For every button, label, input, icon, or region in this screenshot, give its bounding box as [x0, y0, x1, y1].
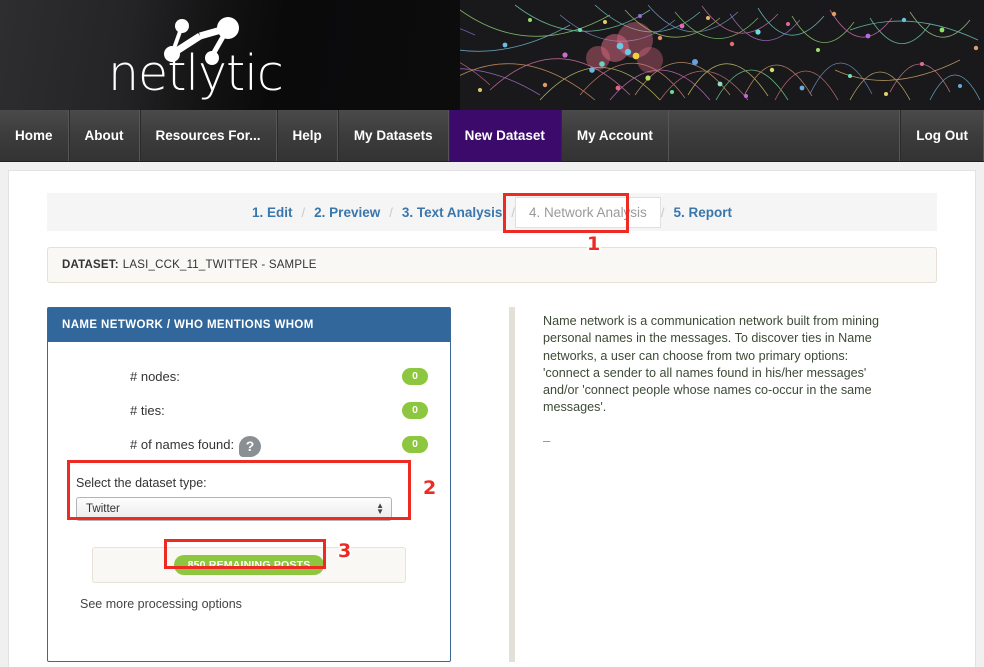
stat-row-nodes: # nodes: 0 [48, 362, 450, 390]
nav-item-new-dataset[interactable]: New Dataset [449, 110, 561, 161]
site-banner: netlytic [0, 0, 984, 110]
main-navigation: Home About Resources For... Help My Data… [0, 110, 984, 162]
card-title: NAME NETWORK / WHO MENTIONS WHOM [48, 308, 450, 342]
select-dataset-type[interactable]: Twitter ▲▼ [76, 497, 392, 521]
dataset-name: LASI_CCK_11_TWITTER - SAMPLE [123, 259, 317, 271]
name-network-card: NAME NETWORK / WHO MENTIONS WHOM # nodes… [47, 307, 451, 662]
stat-label-names-found: # of names found: [130, 437, 234, 452]
analysis-columns: NAME NETWORK / WHO MENTIONS WHOM # nodes… [9, 307, 975, 662]
stat-row-names-found: # of names found: ? 0 [48, 430, 450, 458]
nav-item-help[interactable]: Help [277, 110, 338, 161]
tab-report[interactable]: 5. Report [664, 205, 741, 220]
nav-item-home[interactable]: Home [0, 110, 69, 161]
select-dataset-type-label: Select the dataset type: [76, 476, 422, 490]
nav-item-my-account[interactable]: My Account [561, 110, 669, 161]
chevron-updown-icon: ▲▼ [376, 503, 384, 515]
select-dataset-type-value: Twitter [86, 503, 120, 515]
step-tabs: 1. Edit / 2. Preview / 3. Text Analysis … [47, 193, 937, 231]
nav-item-log-out[interactable]: Log Out [900, 110, 984, 161]
brand-name: netlytic [108, 49, 283, 98]
stat-value-nodes: 0 [402, 368, 428, 385]
tab-edit[interactable]: 1. Edit [243, 205, 302, 220]
annotation-marker-2: 2 [423, 477, 436, 499]
network-description: Name network is a communication network … [509, 307, 889, 662]
annotation-marker-3: 3 [338, 540, 351, 562]
stat-value-ties: 0 [402, 402, 428, 419]
dataset-bar: DATASET: LASI_CCK_11_TWITTER - SAMPLE [47, 247, 937, 283]
question-mark-icon[interactable]: ? [239, 436, 261, 457]
stat-label-ties: # ties: [130, 403, 165, 418]
tab-network-analysis[interactable]: 4. Network Analysis [515, 197, 661, 228]
tab-preview[interactable]: 2. Preview [305, 205, 389, 220]
stat-label-nodes: # nodes: [130, 369, 180, 384]
remaining-posts-badge[interactable]: 850 REMAINING POSTS [174, 555, 325, 575]
stat-value-names-found: 0 [402, 436, 428, 453]
netlytic-logo[interactable]: netlytic [108, 16, 288, 100]
dataset-label: DATASET: [62, 259, 119, 271]
see-more-processing-options[interactable]: See more processing options [70, 597, 450, 611]
nav-spacer [669, 110, 900, 161]
see-more-processing-options-label: See more processing options [80, 597, 242, 611]
nav-item-my-datasets[interactable]: My Datasets [338, 110, 449, 161]
dataset-type-section: Select the dataset type: Twitter ▲▼ [68, 468, 430, 531]
annotation-marker-1: 1 [587, 233, 600, 255]
network-description-text: Name network is a communication network … [543, 313, 889, 417]
nav-item-about[interactable]: About [69, 110, 140, 161]
tab-text-analysis[interactable]: 3. Text Analysis [393, 205, 512, 220]
nav-item-resources-for[interactable]: Resources For... [140, 110, 277, 161]
remaining-posts-box: 850 REMAINING POSTS [92, 547, 406, 583]
page-body: 1. Edit / 2. Preview / 3. Text Analysis … [0, 162, 984, 667]
stat-row-ties: # ties: 0 [48, 396, 450, 424]
card-body: # nodes: 0 # ties: 0 # of names found: ?… [48, 342, 450, 611]
description-dash: – [543, 433, 889, 448]
content-panel: 1. Edit / 2. Preview / 3. Text Analysis … [8, 170, 976, 667]
